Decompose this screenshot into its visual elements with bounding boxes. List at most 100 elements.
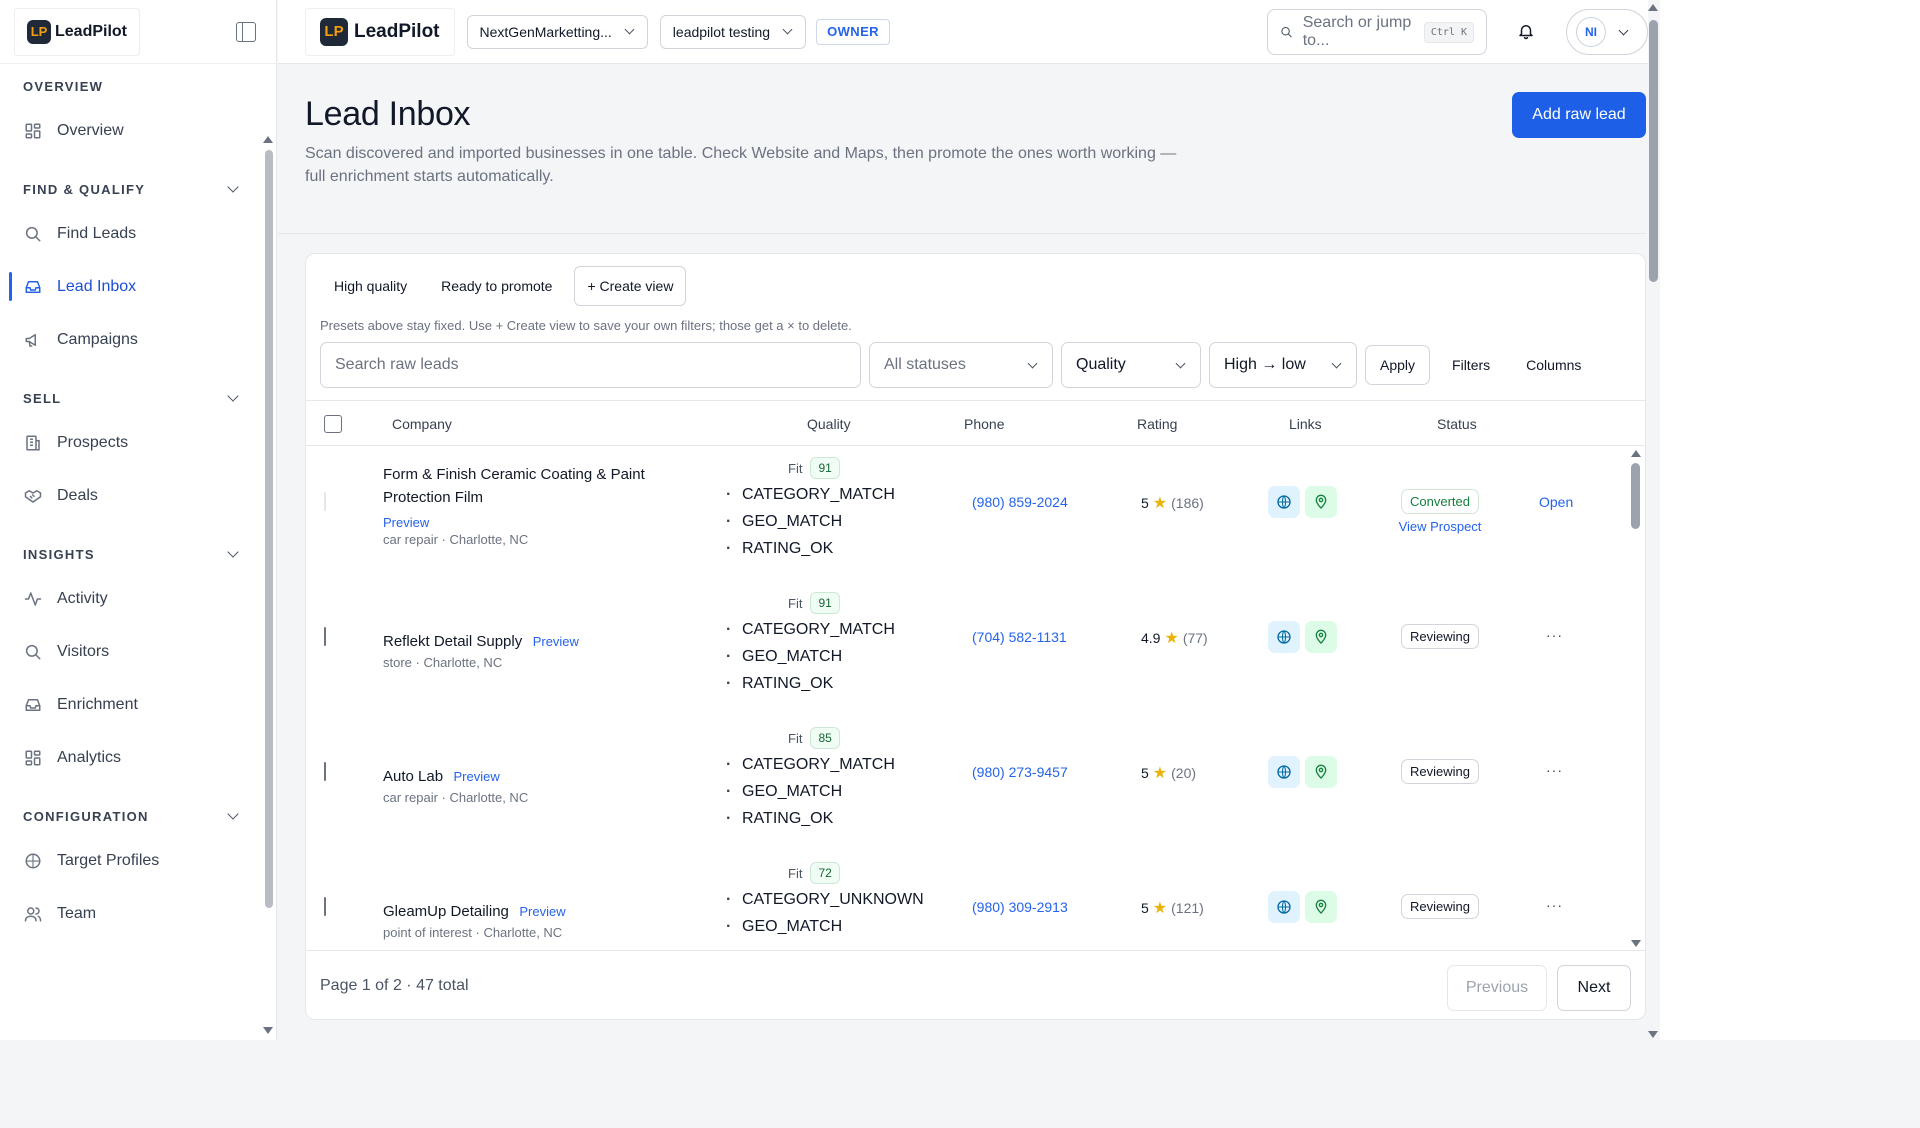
columns-button[interactable]: Columns (1512, 345, 1595, 385)
notifications-bell-icon[interactable] (1515, 20, 1537, 42)
sidebar-scrollbar[interactable] (262, 68, 276, 1040)
map-pin-icon[interactable] (1305, 486, 1337, 518)
sort-order-select[interactable]: High → low (1209, 342, 1357, 388)
window-background (1660, 0, 1920, 1040)
sidebar-collapse-icon[interactable] (236, 21, 256, 42)
sort-order-value: High → low (1224, 356, 1306, 373)
website-globe-icon[interactable] (1268, 891, 1300, 923)
next-page-button[interactable]: Next (1557, 965, 1631, 1011)
phone-link[interactable]: (980) 273-9457 (972, 764, 1068, 780)
section-title-configuration[interactable]: CONFIGURATION (0, 798, 262, 834)
sort-field-select[interactable]: Quality (1061, 342, 1201, 388)
phone-link[interactable]: (980) 309-2913 (972, 899, 1068, 915)
scrollbar-thumb[interactable] (1631, 463, 1640, 529)
scroll-down-icon[interactable] (1648, 1031, 1658, 1038)
open-lead-button[interactable]: Open (1539, 494, 1573, 510)
sidebar-item-find-leads[interactable]: Find Leads (0, 207, 262, 260)
apply-button[interactable]: Apply (1365, 345, 1431, 385)
column-header-phone[interactable]: Phone (964, 401, 1004, 447)
add-raw-lead-button[interactable]: Add raw lead (1512, 92, 1646, 138)
scroll-up-icon[interactable] (263, 136, 273, 143)
section-title-insights[interactable]: INSIGHTS (0, 536, 262, 572)
row-checkbox[interactable] (324, 762, 326, 781)
create-view-button[interactable]: + Create view (574, 266, 687, 306)
row-actions-menu[interactable]: ··· (1546, 762, 1563, 778)
workspace-select[interactable]: NextGenMarketting... (466, 14, 648, 49)
company-name[interactable]: GleamUp Detailing (383, 903, 509, 920)
column-header-links[interactable]: Links (1289, 401, 1322, 447)
fit-score-badge: 85 (810, 727, 840, 749)
sidebar-item-deals[interactable]: Deals (0, 469, 262, 522)
raw-leads-search-input[interactable]: Search raw leads (320, 342, 861, 388)
project-select[interactable]: leadpilot testing (659, 14, 807, 49)
sidebar-item-analytics[interactable]: Analytics (0, 731, 262, 784)
website-globe-icon[interactable] (1268, 621, 1300, 653)
scrollbar-thumb[interactable] (1649, 20, 1658, 282)
website-globe-icon[interactable] (1268, 486, 1300, 518)
sidebar-item-prospects[interactable]: Prospects (0, 416, 262, 469)
table-row[interactable]: Form & Finish Ceramic Coating & Paint Pr… (306, 447, 1627, 582)
company-name[interactable]: Reflekt Detail Supply (383, 633, 522, 650)
sidebar-item-label: Prospects (57, 433, 129, 451)
sidebar-item-label: Enrichment (57, 695, 138, 713)
table-scrollbar[interactable] (1627, 447, 1645, 950)
sidebar-item-activity[interactable]: Activity (0, 572, 262, 625)
company-name[interactable]: Auto Lab (383, 768, 443, 785)
scroll-down-icon[interactable] (263, 1027, 273, 1034)
chevron-down-icon[interactable] (227, 181, 239, 193)
map-pin-icon[interactable] (1305, 621, 1337, 653)
map-pin-icon[interactable] (1305, 756, 1337, 788)
column-header-rating[interactable]: Rating (1137, 401, 1177, 447)
filters-button[interactable]: Filters (1438, 345, 1504, 385)
map-pin-icon[interactable] (1305, 891, 1337, 923)
brand-logo[interactable]: LP LeadPilot (14, 7, 141, 56)
phone-link[interactable]: (980) 859-2024 (972, 494, 1068, 510)
row-checkbox[interactable] (324, 627, 326, 646)
scroll-down-icon[interactable] (1631, 940, 1641, 947)
previous-page-button[interactable]: Previous (1447, 965, 1547, 1011)
view-tab-high-quality[interactable]: High quality (322, 266, 419, 306)
section-title-sell[interactable]: SELL (0, 380, 262, 416)
company-name[interactable]: Form & Finish Ceramic Coating & Paint Pr… (383, 463, 673, 509)
preview-link[interactable]: Preview (533, 634, 579, 649)
sidebar-item-target-profiles[interactable]: Target Profiles (0, 834, 262, 887)
row-actions-menu[interactable]: ··· (1546, 627, 1563, 643)
rating: 5 ★ (121) (1141, 898, 1204, 918)
global-search[interactable]: Search or jump to... Ctrl K (1267, 9, 1487, 55)
table-row[interactable]: Auto Lab Preview car repair · Charlotte,… (306, 717, 1627, 852)
row-checkbox[interactable] (324, 897, 326, 916)
view-prospect-link[interactable]: View Prospect (1396, 519, 1484, 534)
sidebar-item-team[interactable]: Team (0, 887, 262, 940)
website-globe-icon[interactable] (1268, 756, 1300, 788)
chevron-down-icon[interactable] (227, 546, 239, 558)
sidebar-item-overview[interactable]: Overview (0, 104, 262, 157)
phone-link[interactable]: (704) 582-1131 (972, 629, 1067, 645)
preview-link[interactable]: Preview (454, 769, 500, 784)
activity-icon (23, 589, 43, 609)
page-scrollbar[interactable] (1646, 0, 1660, 1040)
preview-link[interactable]: Preview (519, 904, 565, 919)
sidebar-item-enrichment[interactable]: Enrichment (0, 678, 262, 731)
column-header-company[interactable]: Company (392, 401, 452, 447)
topbar-logo[interactable]: LP LeadPilot (305, 7, 455, 56)
scroll-up-icon[interactable] (1648, 4, 1658, 11)
select-all-checkbox[interactable] (324, 415, 342, 433)
column-header-status[interactable]: Status (1437, 401, 1477, 447)
table-row[interactable]: Reflekt Detail Supply Preview store · Ch… (306, 582, 1627, 717)
section-title-find-and-qualify[interactable]: FIND & QUALIFY (0, 171, 262, 207)
quality-reason: GEO_MATCH (726, 778, 926, 805)
preview-link[interactable]: Preview (383, 515, 673, 530)
table-row[interactable]: GleamUp Detailing Preview point of inter… (306, 852, 1627, 950)
view-tab-ready-to-promote[interactable]: Ready to promote (429, 266, 564, 306)
sidebar-item-visitors[interactable]: Visitors (0, 625, 262, 678)
row-actions-menu[interactable]: ··· (1546, 897, 1563, 913)
scroll-up-icon[interactable] (1631, 450, 1641, 457)
user-menu[interactable]: NI (1566, 9, 1648, 55)
status-filter-select[interactable]: All statuses (869, 342, 1053, 388)
sidebar-item-campaigns[interactable]: Campaigns (0, 313, 262, 366)
chevron-down-icon[interactable] (227, 390, 239, 402)
column-header-quality[interactable]: Quality (807, 401, 851, 447)
scrollbar-thumb[interactable] (265, 150, 273, 908)
chevron-down-icon[interactable] (227, 808, 239, 820)
sidebar-item-lead-inbox[interactable]: Lead Inbox (0, 260, 262, 313)
